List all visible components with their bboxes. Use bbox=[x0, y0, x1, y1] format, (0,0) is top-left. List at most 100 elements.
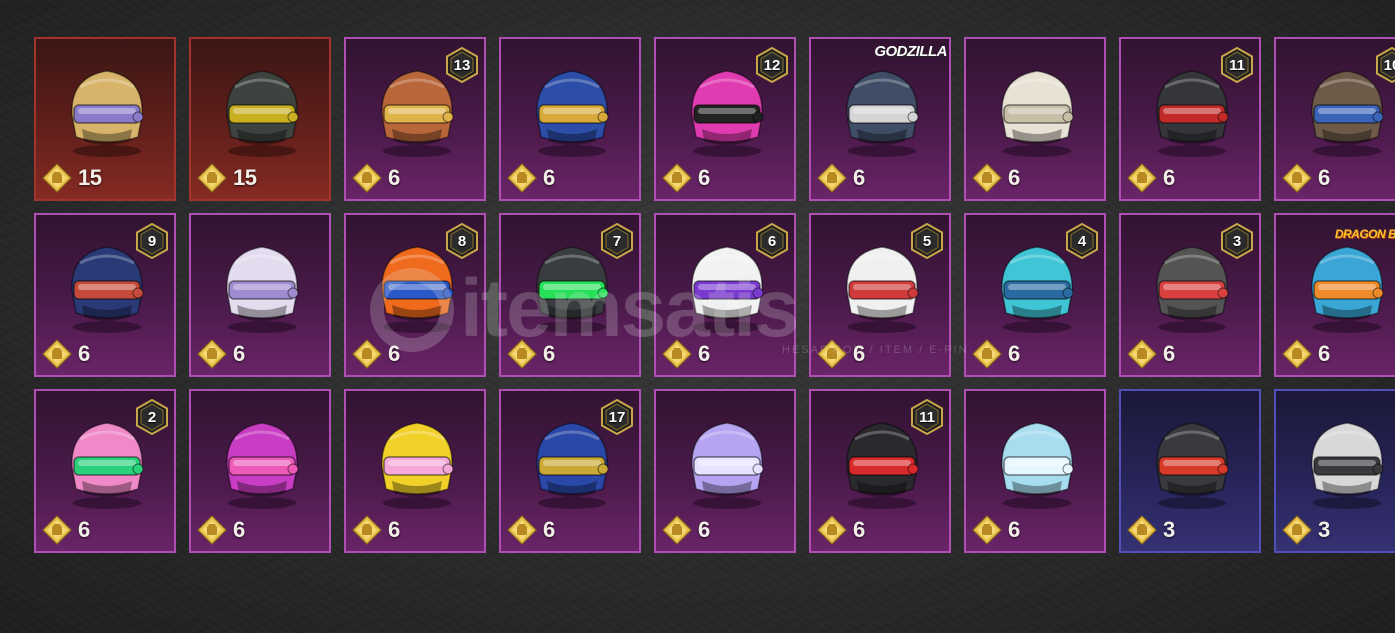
helmet-card[interactable]: 2 6 bbox=[34, 389, 176, 553]
price-tag: 6 bbox=[662, 163, 710, 193]
coin-icon bbox=[1127, 515, 1157, 545]
price-value: 6 bbox=[1008, 341, 1020, 366]
price-tag: 6 bbox=[817, 515, 865, 545]
coin-icon bbox=[197, 339, 227, 369]
helmet-card[interactable]: 15 bbox=[189, 37, 331, 201]
price-tag: 6 bbox=[817, 339, 865, 369]
price-tag: 15 bbox=[197, 163, 257, 193]
helmet-card[interactable]: 6 bbox=[654, 389, 796, 553]
helmet-card[interactable]: 15 bbox=[34, 37, 176, 201]
helmet-card[interactable]: 10 6 bbox=[1274, 37, 1395, 201]
helmet-card[interactable]: 11 6 bbox=[1119, 37, 1261, 201]
price-value: 6 bbox=[1008, 165, 1020, 190]
helmet-card[interactable]: 3 bbox=[1119, 389, 1261, 553]
helmet-card[interactable]: 17 6 bbox=[499, 389, 641, 553]
price-value: 6 bbox=[1008, 517, 1020, 542]
price-value: 6 bbox=[233, 341, 245, 366]
coin-icon bbox=[1127, 339, 1157, 369]
helmet-card[interactable]: 6 3 bbox=[1274, 389, 1395, 553]
helmet-card[interactable]: 6 bbox=[499, 37, 641, 201]
helmet-card[interactable]: 6 bbox=[189, 213, 331, 377]
price-tag: 6 bbox=[42, 515, 90, 545]
helmet-card[interactable]: 5 6 bbox=[809, 213, 951, 377]
tier-badge-number: 4 bbox=[1077, 232, 1087, 250]
tier-badge-number: 17 bbox=[608, 408, 626, 426]
helmet-card[interactable]: 4 6 bbox=[964, 213, 1106, 377]
golden-crest-helmet-icon bbox=[71, 70, 144, 157]
white-rabbit-helmet-icon bbox=[226, 246, 299, 333]
price-tag: 3 bbox=[1127, 515, 1175, 545]
coin-icon bbox=[1127, 163, 1157, 193]
helmet-grid: 15 15 13 6 6 12 6 GODZILLA 6 6 11 6 1 6 … bbox=[0, 0, 1395, 633]
tier-badge-number: 13 bbox=[453, 56, 471, 74]
white-carbon-helmet-icon bbox=[1311, 422, 1384, 509]
helmet-card[interactable]: 6 bbox=[189, 389, 331, 553]
price-tag: 6 bbox=[197, 515, 245, 545]
helmet-card[interactable]: 6 6 bbox=[654, 213, 796, 377]
coin-icon bbox=[1282, 339, 1312, 369]
helmet-card[interactable]: 6 bbox=[964, 389, 1106, 553]
white-curls-helmet-icon bbox=[1001, 70, 1074, 157]
price-value: 6 bbox=[543, 165, 555, 190]
price-value: 6 bbox=[853, 341, 865, 366]
price-tag: 6 bbox=[1282, 339, 1330, 369]
coin-icon bbox=[662, 339, 692, 369]
price-value: 6 bbox=[388, 517, 400, 542]
price-value: 6 bbox=[543, 517, 555, 542]
coin-icon bbox=[197, 515, 227, 545]
tier-badge-number: 3 bbox=[1232, 232, 1242, 250]
price-tag: 6 bbox=[42, 339, 90, 369]
price-value: 6 bbox=[853, 517, 865, 542]
godzilla-logo: GODZILLA bbox=[874, 43, 947, 60]
price-tag: 6 bbox=[197, 339, 245, 369]
coin-icon bbox=[972, 163, 1002, 193]
price-value: 6 bbox=[543, 341, 555, 366]
price-tag: 6 bbox=[972, 339, 1020, 369]
price-value: 6 bbox=[1163, 341, 1175, 366]
red-carbon-helmet-icon bbox=[1156, 422, 1229, 509]
coin-icon bbox=[662, 163, 692, 193]
helmet-card[interactable]: GODZILLA 6 bbox=[809, 37, 951, 201]
helmet-card[interactable]: 13 6 bbox=[344, 37, 486, 201]
price-value: 6 bbox=[233, 517, 245, 542]
price-value: 3 bbox=[1318, 517, 1330, 542]
coin-icon bbox=[507, 339, 537, 369]
price-tag: 6 bbox=[352, 163, 400, 193]
tier-badge-number: 5 bbox=[922, 232, 932, 250]
price-tag: 6 bbox=[507, 515, 555, 545]
price-tag: 6 bbox=[662, 339, 710, 369]
price-tag: 6 bbox=[507, 163, 555, 193]
helmet-card[interactable]: 12 6 bbox=[654, 37, 796, 201]
helmet-card[interactable]: 3 6 bbox=[1119, 213, 1261, 377]
helmet-card[interactable]: DRAGON BALL 6 bbox=[1274, 213, 1395, 377]
crystal-helmet-icon bbox=[691, 422, 764, 509]
price-tag: 6 bbox=[1282, 163, 1330, 193]
coin-icon bbox=[352, 163, 382, 193]
coin-icon bbox=[352, 339, 382, 369]
price-value: 6 bbox=[698, 341, 710, 366]
price-value: 6 bbox=[78, 517, 90, 542]
coin-icon bbox=[972, 339, 1002, 369]
coin-icon bbox=[817, 515, 847, 545]
price-tag: 6 bbox=[817, 163, 865, 193]
tier-badge-number: 11 bbox=[919, 408, 935, 426]
price-value: 6 bbox=[1163, 165, 1175, 190]
bee-helmet-icon bbox=[381, 422, 454, 509]
helmet-card[interactable]: 6 bbox=[964, 37, 1106, 201]
price-tag: 6 bbox=[352, 339, 400, 369]
price-value: 3 bbox=[1163, 517, 1175, 542]
helmet-card[interactable]: 7 6 bbox=[499, 213, 641, 377]
price-value: 6 bbox=[853, 165, 865, 190]
coin-icon bbox=[42, 163, 72, 193]
coin-icon bbox=[972, 515, 1002, 545]
helmet-card[interactable]: 9 6 bbox=[34, 213, 176, 377]
godzilla-helmet-icon bbox=[846, 70, 919, 157]
helmet-card[interactable]: 6 bbox=[344, 389, 486, 553]
coin-icon bbox=[507, 515, 537, 545]
headphones-pink-helmet-icon bbox=[226, 422, 299, 509]
coin-icon bbox=[42, 515, 72, 545]
helmet-card[interactable]: 8 6 bbox=[344, 213, 486, 377]
price-value: 15 bbox=[233, 165, 257, 190]
tier-badge-number: 8 bbox=[457, 232, 467, 250]
helmet-card[interactable]: 11 6 bbox=[809, 389, 951, 553]
